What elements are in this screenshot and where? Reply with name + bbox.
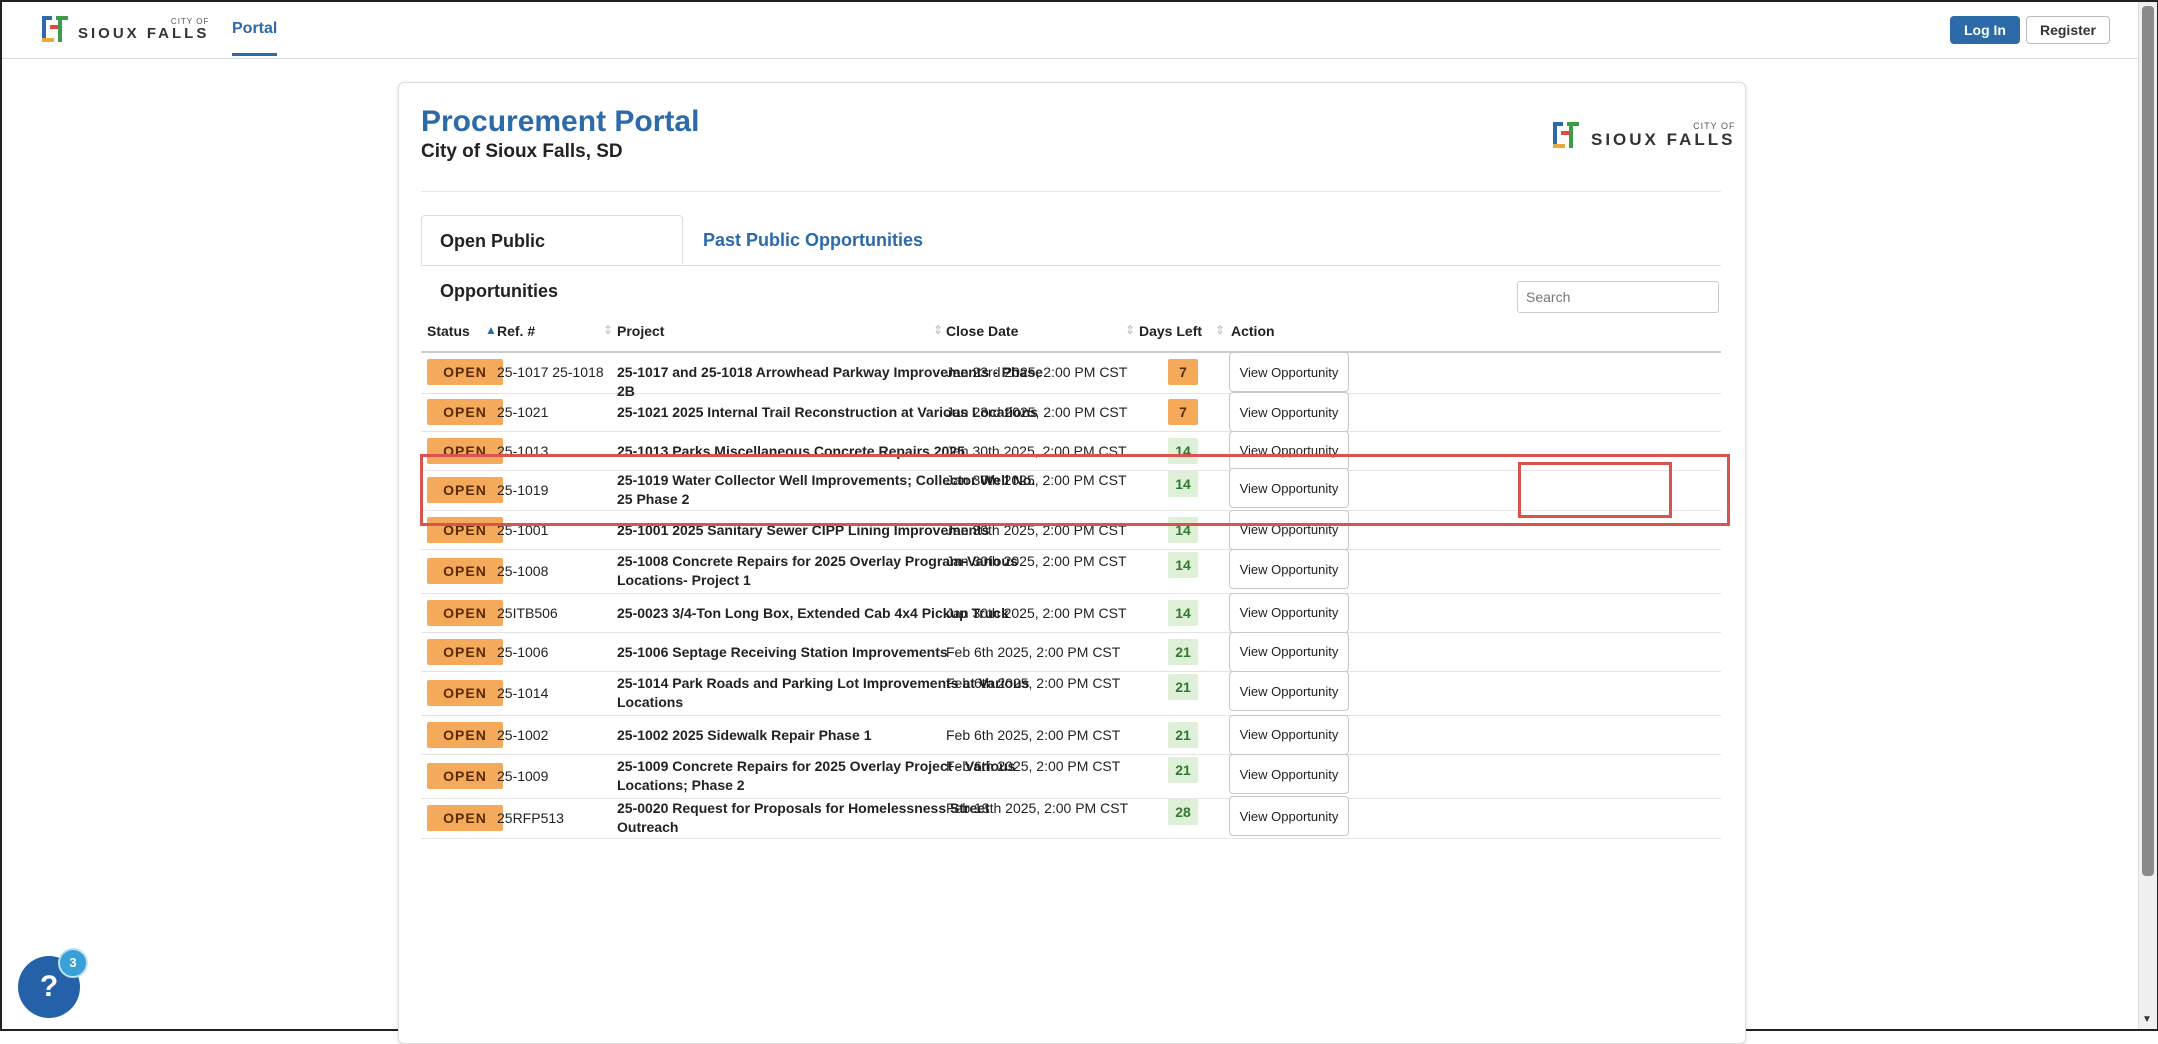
table-row: OPEN 25-1017 25-1018 25-1017 and 25-1018 A… — [421, 351, 1721, 399]
status-badge: OPEN — [427, 638, 503, 665]
status-badge: OPEN — [427, 680, 503, 706]
days-left-badge: 21 — [1168, 721, 1198, 748]
ref-number: 25-1014 — [497, 685, 549, 701]
table-row: OPEN 25-1006 25-1006 Septage Receiving Sta… — [421, 631, 1721, 672]
close-date: Feb 6th 2025, 2:00 PM CST — [946, 758, 1121, 774]
days-left-badge: 14 — [1168, 599, 1198, 626]
sort-icon[interactable]: ⇕ — [1125, 323, 1135, 337]
table-row: OPEN 25RFP513 25-0020 Request for Proposal… — [421, 796, 1721, 839]
tab-past-opportunities[interactable]: Past Public Opportunities — [685, 215, 941, 265]
city-logo-text: CITY OF SIOUX FALLS — [78, 17, 210, 42]
register-button[interactable]: Register — [2026, 16, 2110, 44]
sort-asc-icon[interactable]: ▲ — [485, 323, 497, 337]
ref-number: 25-1021 — [497, 404, 549, 420]
days-left-badge: 14 — [1168, 552, 1198, 578]
col-ref[interactable]: Ref. # — [497, 323, 535, 339]
ref-number: 25-1006 — [497, 643, 549, 660]
status-badge: OPEN — [427, 399, 503, 425]
status-badge: OPEN — [427, 721, 503, 748]
close-date: Jan 30th 2025, 2:00 PM CST — [946, 553, 1127, 569]
search-input[interactable] — [1517, 281, 1719, 313]
table-row: OPEN 25-1021 25-1021 2025 Internal Trail R… — [421, 392, 1721, 432]
status-badge: OPEN — [427, 359, 503, 385]
table-header: Status ▲ Ref. # ⇕ Project ⇕ Close Date ⇕… — [421, 319, 1721, 353]
city-logo[interactable]: CITY OF SIOUX FALLS — [42, 16, 209, 42]
ref-number: 25-1009 — [497, 768, 549, 784]
col-close-date[interactable]: Close Date — [946, 323, 1018, 339]
table-row: OPEN 25ITB506 25-0023 3/4-Ton Long Box, Ex… — [421, 592, 1721, 633]
col-days-left[interactable]: Days Left — [1139, 323, 1202, 339]
close-date: Jan 23rd 2025, 2:00 PM CST — [946, 364, 1128, 380]
days-left-badge: 21 — [1168, 638, 1198, 665]
ref-number: 25-1002 — [497, 726, 549, 743]
ref-number: 25-1008 — [497, 563, 549, 579]
close-date: Feb 6th 2025, 2:00 PM CST — [946, 675, 1121, 691]
view-opportunity-button[interactable]: View Opportunity — [1229, 714, 1349, 755]
days-left-badge: 21 — [1168, 674, 1198, 700]
table-row: OPEN 25-1002 25-1002 2025 Sidewalk Repair … — [421, 714, 1721, 755]
status-badge: OPEN — [427, 763, 503, 789]
card-logo-text: CITY OF SIOUX FALLS — [1591, 122, 1736, 149]
highlight-button-box — [1518, 462, 1672, 518]
close-date: Jan 23rd 2025, 2:00 PM CST — [946, 404, 1128, 420]
sort-icon[interactable]: ⇕ — [1215, 323, 1225, 337]
top-nav: CITY OF SIOUX FALLS Portal Log In Regist… — [2, 2, 2138, 59]
procurement-card: Procurement Portal City of Sioux Falls, … — [398, 82, 1746, 1044]
help-notification-badge: 3 — [58, 948, 88, 978]
view-opportunity-button[interactable]: View Opportunity — [1229, 352, 1349, 392]
days-left-badge: 7 — [1168, 399, 1198, 425]
ref-number: 25ITB506 — [497, 604, 558, 621]
scroll-down-arrow-icon[interactable]: ▼ — [2142, 1014, 2152, 1025]
view-opportunity-button[interactable]: View Opportunity — [1229, 392, 1349, 432]
header-divider — [421, 191, 1721, 192]
card-city-logo-icon — [1553, 122, 1579, 148]
days-left-badge: 28 — [1168, 799, 1198, 825]
close-date: Feb 6th 2025, 2:00 PM CST — [946, 643, 1121, 660]
opportunity-tabs: Open Public Opportunities Past Public Op… — [421, 215, 1721, 301]
table-row: OPEN 25-1008 25-1008 Concrete Repairs for … — [421, 549, 1721, 594]
col-status[interactable]: Status — [427, 323, 470, 339]
page-scrollbar[interactable]: ▼ — [2138, 2, 2157, 1029]
scrollbar-thumb[interactable] — [2142, 6, 2154, 876]
sort-icon[interactable]: ⇕ — [933, 323, 943, 337]
tab-open-opportunities[interactable]: Open Public Opportunities — [421, 215, 683, 301]
view-opportunity-button[interactable]: View Opportunity — [1229, 631, 1349, 672]
col-action: Action — [1231, 323, 1275, 339]
table-row: OPEN 25-1014 25-1014 Park Roads and Parkin… — [421, 671, 1721, 716]
view-opportunity-button[interactable]: View Opportunity — [1229, 796, 1349, 836]
status-badge: OPEN — [427, 805, 503, 831]
status-badge: OPEN — [427, 558, 503, 584]
sort-icon[interactable]: ⇕ — [603, 323, 613, 337]
close-date: Feb 6th 2025, 2:00 PM CST — [946, 726, 1121, 743]
logo-bottom-text: SIOUX FALLS — [78, 24, 210, 42]
close-date: Feb 13th 2025, 2:00 PM CST — [946, 800, 1129, 816]
table-row: OPEN 25-1009 25-1009 Concrete Repairs for … — [421, 754, 1721, 799]
view-opportunity-button[interactable]: View Opportunity — [1229, 592, 1349, 633]
close-date: Jan 30th 2025, 2:00 PM CST — [946, 604, 1127, 621]
city-logo-icon — [42, 16, 68, 42]
days-left-badge: 21 — [1168, 757, 1198, 783]
page-subtitle: City of Sioux Falls, SD — [421, 141, 623, 162]
days-left-badge: 7 — [1168, 359, 1198, 385]
card-city-logo: CITY OF SIOUX FALLS — [1553, 121, 1735, 149]
ref-number: 25RFP513 — [497, 810, 564, 826]
view-opportunity-button[interactable]: View Opportunity — [1229, 754, 1349, 794]
nav-portal-link[interactable]: Portal — [232, 20, 278, 56]
card-logo-bottom-text: SIOUX FALLS — [1591, 130, 1736, 149]
page-title: Procurement Portal — [421, 105, 700, 138]
view-opportunity-button[interactable]: View Opportunity — [1229, 549, 1349, 589]
login-button[interactable]: Log In — [1950, 16, 2020, 44]
status-badge: OPEN — [427, 599, 503, 626]
view-opportunity-button[interactable]: View Opportunity — [1229, 671, 1349, 711]
ref-number: 25-1017 25-1018 — [497, 364, 604, 380]
col-project[interactable]: Project — [617, 323, 664, 339]
